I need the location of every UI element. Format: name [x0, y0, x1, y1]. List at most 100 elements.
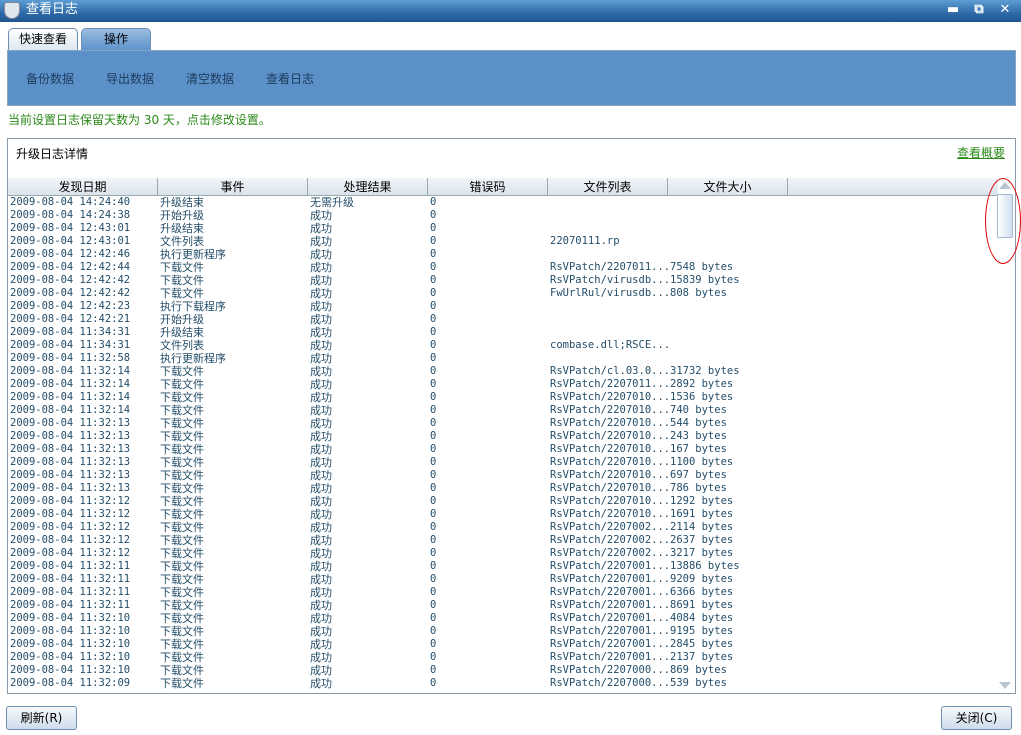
table-row[interactable]: 2009-08-04 12:42:42 下载文件 成功 0 RsVPatch/virus… [8, 274, 993, 287]
view-log-button[interactable]: 查看日志 [266, 70, 346, 87]
table-row[interactable]: 2009-08-04 11:34:31 文件列表 成功 0 combase.dll;RS… [8, 339, 993, 352]
col-error-code[interactable]: 错误码 [428, 178, 548, 196]
cell-date: 2009-08-04 11:32:13 [10, 482, 131, 494]
cell-result: 成功 [310, 547, 332, 560]
cell-date: 2009-08-04 11:32:13 [10, 469, 131, 481]
table-row[interactable]: 2009-08-04 11:32:11 下载文件 成功 0 RsVPatch/22070… [8, 560, 993, 573]
cell-error-code: 0 [430, 391, 437, 403]
cell-event: 下载文件 [160, 417, 204, 430]
table-row[interactable]: 2009-08-04 11:32:14 下载文件 成功 0 RsVPatch/22070… [8, 391, 993, 404]
cell-file-list: RsVPatch/2207010... [550, 469, 671, 481]
col-file-list[interactable]: 文件列表 [548, 178, 668, 196]
red-annotation-circle [985, 178, 1021, 264]
cell-date: 2009-08-04 11:32:11 [10, 573, 131, 585]
table-row[interactable]: 2009-08-04 11:32:13 下载文件 成功 0 RsVPatch/22070… [8, 456, 993, 469]
table-row[interactable]: 2009-08-04 11:32:13 下载文件 成功 0 RsVPatch/22070… [8, 443, 993, 456]
close-button[interactable]: 关闭(C) [941, 706, 1012, 730]
table-row[interactable]: 2009-08-04 11:32:58 执行更新程序 成功 0 [8, 352, 993, 365]
clear-data-button[interactable]: 清空数据 [186, 70, 266, 87]
table-row[interactable]: 2009-08-04 12:42:42 下载文件 成功 0 FwUrlRul/virus… [8, 287, 993, 300]
table-row[interactable]: 2009-08-04 11:32:13 下载文件 成功 0 RsVPatch/22070… [8, 417, 993, 430]
table-row[interactable]: 2009-08-04 12:42:23 执行下载程序 成功 0 [8, 300, 993, 313]
tab-quick-view[interactable]: 快速查看 [8, 28, 78, 50]
table-row[interactable]: 2009-08-04 11:34:31 升级结束 成功 0 [8, 326, 993, 339]
table-row[interactable]: 2009-08-04 11:32:10 下载文件 成功 0 RsVPatch/22070… [8, 638, 993, 651]
cell-date: 2009-08-04 11:32:10 [10, 625, 131, 637]
col-event[interactable]: 事件 [158, 178, 308, 196]
refresh-button[interactable]: 刷新(R) [6, 706, 77, 730]
cell-result: 成功 [310, 365, 332, 378]
cell-error-code: 0 [430, 664, 437, 676]
table-row[interactable]: 2009-08-04 11:32:13 下载文件 成功 0 RsVPatch/22070… [8, 482, 993, 495]
table-row[interactable]: 2009-08-04 11:32:14 下载文件 成功 0 RsVPatch/cl.03… [8, 365, 993, 378]
cell-error-code: 0 [430, 495, 437, 507]
table-row[interactable]: 2009-08-04 12:42:21 开始升级 成功 0 [8, 313, 993, 326]
cell-result: 成功 [310, 430, 332, 443]
cell-error-code: 0 [430, 508, 437, 520]
cell-file-size: 1292 bytes [670, 495, 734, 507]
table-row[interactable]: 2009-08-04 12:43:01 升级结束 成功 0 [8, 222, 993, 235]
table-row[interactable]: 2009-08-04 11:32:12 下载文件 成功 0 RsVPatch/22070… [8, 508, 993, 521]
table-row[interactable]: 2009-08-04 11:32:14 下载文件 成功 0 RsVPatch/22070… [8, 378, 993, 391]
cell-date: 2009-08-04 11:32:58 [10, 352, 131, 364]
table-row[interactable]: 2009-08-04 11:32:09 下载文件 成功 0 RsVPatch/22070… [8, 677, 993, 690]
table-row[interactable]: 2009-08-04 11:32:11 下载文件 成功 0 RsVPatch/22070… [8, 599, 993, 612]
table-row[interactable]: 2009-08-04 11:32:12 下载文件 成功 0 RsVPatch/22070… [8, 495, 993, 508]
cell-file-list: RsVPatch/2207001... [550, 586, 671, 598]
cell-error-code: 0 [430, 534, 437, 546]
tab-operations[interactable]: 操作 [81, 28, 151, 50]
retention-settings-link[interactable]: 当前设置日志保留天数为 30 天，点击修改设置。 [8, 111, 271, 128]
table-row[interactable]: 2009-08-04 12:42:44 下载文件 成功 0 RsVPatch/22070… [8, 261, 993, 274]
cell-event: 文件列表 [160, 235, 204, 248]
table-row[interactable]: 2009-08-04 14:24:40 升级结束 无需升级 0 [8, 196, 993, 209]
cell-date: 2009-08-04 11:32:14 [10, 391, 131, 403]
minimize-icon[interactable]: ▬ [945, 0, 961, 20]
col-file-size[interactable]: 文件大小 [668, 178, 788, 196]
cell-event: 执行更新程序 [160, 352, 226, 365]
cell-date: 2009-08-04 11:32:10 [10, 612, 131, 624]
backup-data-button[interactable]: 备份数据 [26, 70, 106, 87]
cell-result: 成功 [310, 534, 332, 547]
table-row[interactable]: 2009-08-04 11:32:10 下载文件 成功 0 RsVPatch/22070… [8, 664, 993, 677]
table-row[interactable]: 2009-08-04 11:32:10 下载文件 成功 0 RsVPatch/22070… [8, 612, 993, 625]
scroll-down-icon[interactable] [999, 682, 1011, 689]
cell-file-list: RsVPatch/2207002... [550, 534, 671, 546]
restore-icon[interactable]: ⧉ [971, 0, 987, 20]
table-row[interactable]: 2009-08-04 12:43:01 文件列表 成功 0 22070111.rp [8, 235, 993, 248]
cell-error-code: 0 [430, 456, 437, 468]
cell-result: 成功 [310, 456, 332, 469]
cell-event: 下载文件 [160, 573, 204, 586]
cell-file-size: 2845 bytes [670, 638, 734, 650]
export-data-button[interactable]: 导出数据 [106, 70, 186, 87]
cell-file-size: 6366 bytes [670, 586, 734, 598]
cell-file-list: RsVPatch/2207002... [550, 547, 671, 559]
table-row[interactable]: 2009-08-04 11:32:10 下载文件 成功 0 RsVPatch/22070… [8, 625, 993, 638]
cell-file-size: 2892 bytes [670, 378, 734, 390]
cell-file-size: 31732 bytes [670, 365, 740, 377]
cell-file-list: RsVPatch/2207002... [550, 521, 671, 533]
col-date[interactable]: 发现日期 [8, 178, 158, 196]
cell-event: 下载文件 [160, 547, 204, 560]
table-row[interactable]: 2009-08-04 14:24:38 开始升级 成功 0 [8, 209, 993, 222]
table-row[interactable]: 2009-08-04 11:32:11 下载文件 成功 0 RsVPatch/22070… [8, 573, 993, 586]
table-row[interactable]: 2009-08-04 11:32:12 下载文件 成功 0 RsVPatch/22070… [8, 547, 993, 560]
cell-file-list: RsVPatch/2207001... [550, 612, 671, 624]
cell-error-code: 0 [430, 365, 437, 377]
cell-event: 下载文件 [160, 599, 204, 612]
col-result[interactable]: 处理结果 [308, 178, 428, 196]
table-row[interactable]: 2009-08-04 11:32:12 下载文件 成功 0 RsVPatch/22070… [8, 521, 993, 534]
cell-result: 成功 [310, 443, 332, 456]
table-row[interactable]: 2009-08-04 11:32:13 下载文件 成功 0 RsVPatch/22070… [8, 430, 993, 443]
cell-error-code: 0 [430, 222, 437, 234]
view-summary-link[interactable]: 查看概要 [957, 144, 1005, 161]
table-row[interactable]: 2009-08-04 11:32:12 下载文件 成功 0 RsVPatch/22070… [8, 534, 993, 547]
table-row[interactable]: 2009-08-04 11:32:13 下载文件 成功 0 RsVPatch/22070… [8, 469, 993, 482]
table-row[interactable]: 2009-08-04 11:32:14 下载文件 成功 0 RsVPatch/22070… [8, 404, 993, 417]
close-icon[interactable]: ✕ [997, 0, 1013, 20]
table-row[interactable]: 2009-08-04 11:32:11 下载文件 成功 0 RsVPatch/22070… [8, 586, 993, 599]
table-row[interactable]: 2009-08-04 12:42:46 执行更新程序 成功 0 [8, 248, 993, 261]
cell-file-list: FwUrlRul/virusdb... [550, 287, 671, 299]
cell-result: 无需升级 [310, 196, 354, 209]
table-row[interactable]: 2009-08-04 11:32:10 下载文件 成功 0 RsVPatch/22070… [8, 651, 993, 664]
cell-file-size: 4084 bytes [670, 612, 734, 624]
